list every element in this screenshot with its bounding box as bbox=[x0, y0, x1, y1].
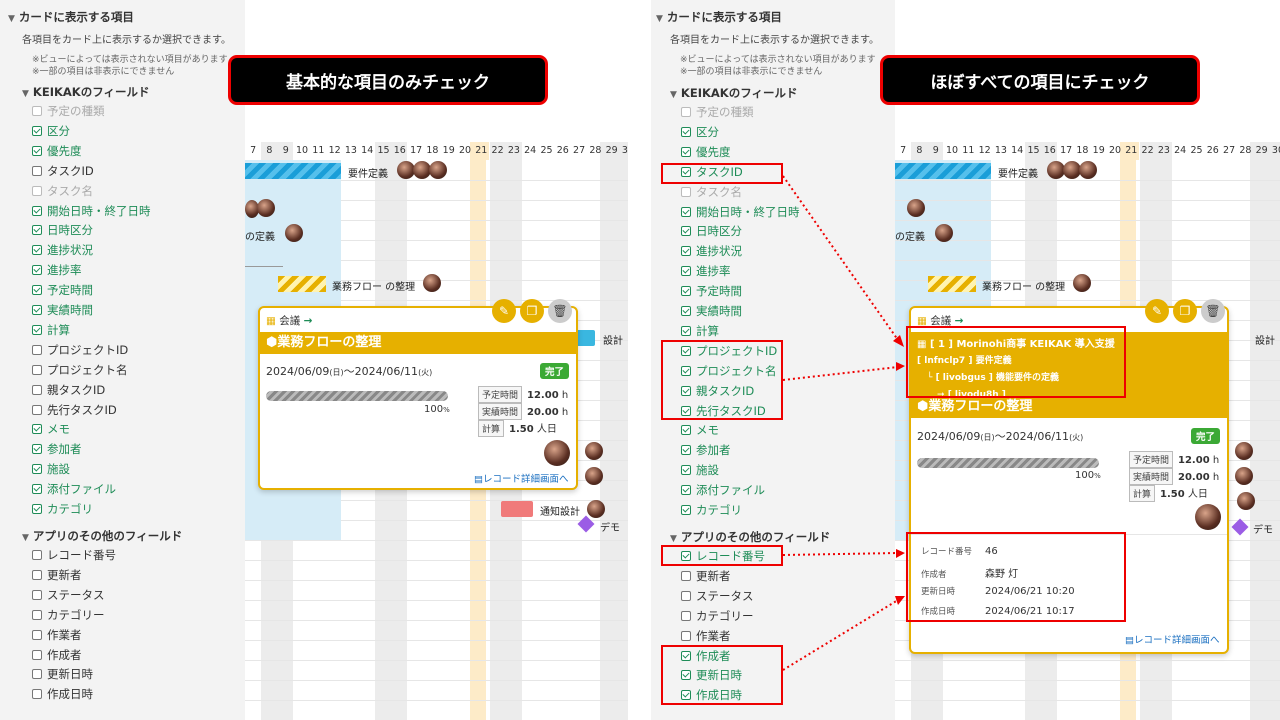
connector-arrows bbox=[782, 175, 905, 671]
